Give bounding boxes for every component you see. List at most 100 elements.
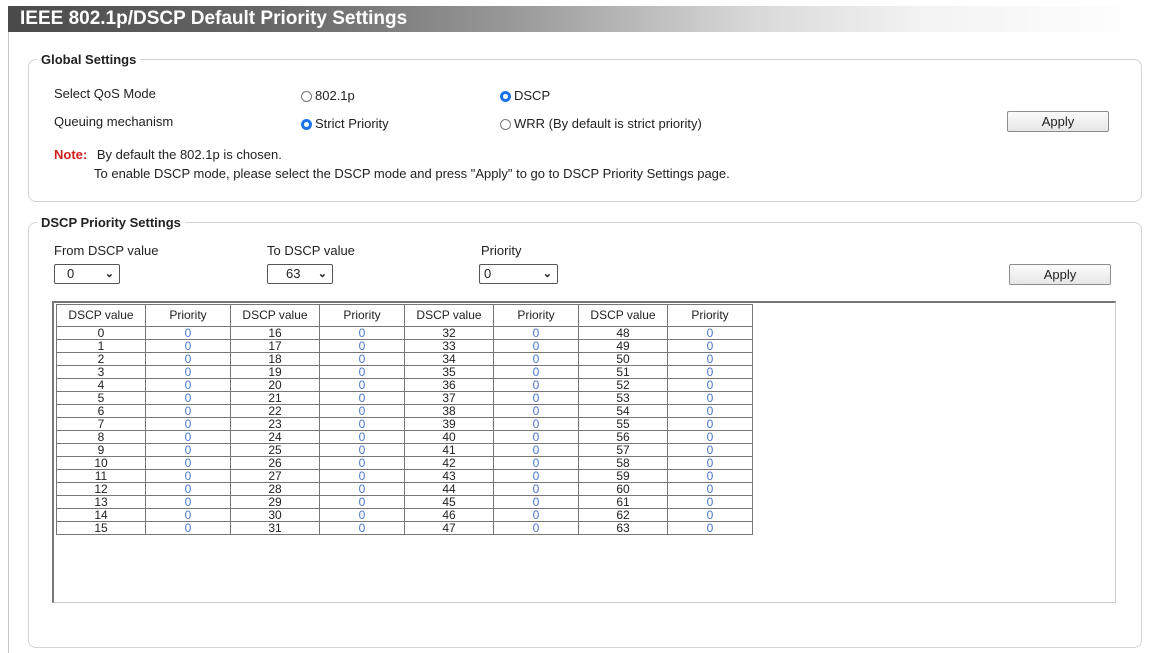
priority-cell: 0 [319, 508, 405, 522]
priority-cell: 0 [667, 495, 753, 509]
priority-cell: 0 [667, 365, 753, 379]
column-header-dscp-value: DSCP value [578, 304, 668, 327]
dscp-value-cell: 26 [230, 456, 320, 470]
dscp-value-cell: 10 [56, 456, 146, 470]
global-settings-legend: Global Settings [41, 52, 137, 67]
global-apply-button[interactable]: Apply [1007, 111, 1109, 132]
priority-cell: 0 [145, 469, 231, 483]
priority-cell: 0 [319, 365, 405, 379]
table-body: 0 0 16 0 32 0 48 0 1 0 17 0 33 0 49 0 2 0 18 0 34 0 50 0 3 0 19 0 35… [56, 326, 753, 535]
dscp-value-cell: 19 [230, 365, 320, 379]
dscp-value-cell: 34 [404, 352, 494, 366]
queuing-strict-option[interactable]: Strict Priority [301, 116, 389, 131]
qos-mode-dscp-radio[interactable] [500, 91, 511, 102]
dscp-value-cell: 21 [230, 391, 320, 405]
from-dscp-select[interactable]: 0 ⌄ [54, 264, 120, 284]
dscp-value-cell: 35 [404, 365, 494, 379]
dscp-value-cell: 45 [404, 495, 494, 509]
priority-cell: 0 [145, 430, 231, 444]
priority-cell: 0 [145, 391, 231, 405]
dscp-value-cell: 63 [578, 521, 668, 535]
dscp-value-cell: 8 [56, 430, 146, 444]
dscp-value-cell: 24 [230, 430, 320, 444]
dscp-value-cell: 42 [404, 456, 494, 470]
table-row: 8 0 24 0 40 0 56 0 [56, 430, 753, 444]
queuing-wrr-option[interactable]: WRR (By default is strict priority) [500, 116, 702, 131]
content-left-border [8, 32, 9, 653]
priority-cell: 0 [145, 417, 231, 431]
priority-select[interactable]: 0 ⌄ [479, 264, 558, 284]
column-header-dscp-value: DSCP value [404, 304, 494, 327]
dscp-value-cell: 31 [230, 521, 320, 535]
priority-cell: 0 [145, 352, 231, 366]
column-header-dscp-value: DSCP value [56, 304, 146, 327]
dscp-value-cell: 15 [56, 521, 146, 535]
dscp-value-cell: 41 [404, 443, 494, 457]
to-dscp-select[interactable]: 63 ⌄ [267, 264, 333, 284]
priority-cell: 0 [319, 391, 405, 405]
priority-cell: 0 [493, 443, 579, 457]
priority-cell: 0 [319, 495, 405, 509]
dscp-value-cell: 40 [404, 430, 494, 444]
column-header-dscp-value: DSCP value [230, 304, 320, 327]
dscp-value-cell: 7 [56, 417, 146, 431]
dscp-value-cell: 53 [578, 391, 668, 405]
table-row: 6 0 22 0 38 0 54 0 [56, 404, 753, 418]
queuing-strict-radio[interactable] [301, 119, 312, 130]
table-row: 4 0 20 0 36 0 52 0 [56, 378, 753, 392]
to-dscp-label: To DSCP value [267, 243, 355, 258]
priority-cell: 0 [145, 378, 231, 392]
dscp-priority-table-container: DSCP value Priority DSCP value Priority DSCP… [52, 301, 1116, 603]
dscp-value-cell: 43 [404, 469, 494, 483]
dscp-value-cell: 28 [230, 482, 320, 496]
dscp-apply-button[interactable]: Apply [1009, 264, 1111, 285]
chevron-down-icon: ⌄ [104, 268, 114, 280]
table-row: 3 0 19 0 35 0 51 0 [56, 365, 753, 379]
dscp-value-cell: 32 [404, 326, 494, 340]
priority-cell: 0 [667, 430, 753, 444]
priority-cell: 0 [493, 378, 579, 392]
dscp-value-cell: 17 [230, 339, 320, 353]
priority-cell: 0 [145, 508, 231, 522]
priority-cell: 0 [493, 456, 579, 470]
table-row: 1 0 17 0 33 0 49 0 [56, 339, 753, 353]
table-row: 11 0 27 0 43 0 59 0 [56, 469, 753, 483]
dscp-value-cell: 51 [578, 365, 668, 379]
chevron-down-icon: ⌄ [317, 268, 327, 280]
dscp-value-cell: 12 [56, 482, 146, 496]
priority-cell: 0 [667, 404, 753, 418]
dscp-value-cell: 13 [56, 495, 146, 509]
table-header-row: DSCP value Priority DSCP value Priority DSCP… [56, 304, 753, 327]
priority-cell: 0 [493, 417, 579, 431]
note-text-1: By default the 802.1p is chosen. [96, 147, 282, 162]
queuing-wrr-radio[interactable] [500, 119, 511, 130]
qos-mode-8021p-radio[interactable] [301, 91, 312, 102]
table-row: 14 0 30 0 46 0 62 0 [56, 508, 753, 522]
qos-mode-dscp-option[interactable]: DSCP [500, 88, 550, 103]
column-header-priority: Priority [319, 304, 405, 327]
priority-cell: 0 [493, 352, 579, 366]
dscp-value-cell: 6 [56, 404, 146, 418]
dscp-priority-table: DSCP value Priority DSCP value Priority DSCP… [56, 304, 753, 535]
qos-mode-8021p-option[interactable]: 802.1p [301, 88, 355, 103]
dscp-value-cell: 27 [230, 469, 320, 483]
priority-cell: 0 [493, 326, 579, 340]
priority-cell: 0 [493, 391, 579, 405]
to-dscp-value: 63 [286, 266, 301, 281]
dscp-value-cell: 2 [56, 352, 146, 366]
dscp-value-cell: 49 [578, 339, 668, 353]
dscp-value-cell: 61 [578, 495, 668, 509]
dscp-value-cell: 22 [230, 404, 320, 418]
priority-cell: 0 [493, 495, 579, 509]
note-line-1: Note: By default the 802.1p is chosen. [54, 147, 282, 162]
dscp-value-cell: 50 [578, 352, 668, 366]
dscp-value-cell: 46 [404, 508, 494, 522]
priority-cell: 0 [493, 482, 579, 496]
dscp-value-cell: 60 [578, 482, 668, 496]
priority-value: 0 [484, 266, 492, 281]
dscp-value-cell: 48 [578, 326, 668, 340]
priority-cell: 0 [493, 365, 579, 379]
dscp-value-cell: 59 [578, 469, 668, 483]
dscp-priority-settings-legend: DSCP Priority Settings [41, 215, 181, 230]
priority-cell: 0 [493, 508, 579, 522]
